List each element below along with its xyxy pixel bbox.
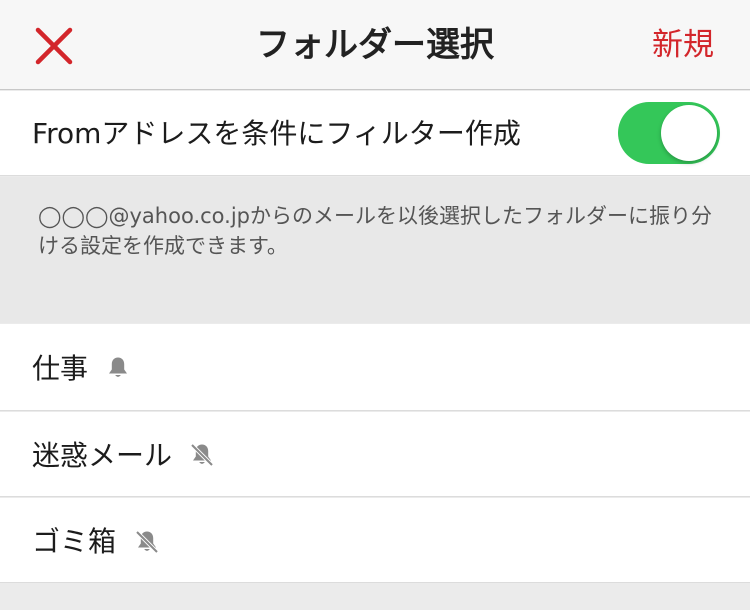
bell-slash-icon: [135, 530, 159, 554]
bell-icon: [109, 357, 127, 377]
description-text: ◯◯◯@yahoo.co.jpからのメールを以後選択したフォルダーに振り分ける設…: [38, 204, 712, 258]
folder-select-screen: フォルダー選択 新規 Fromアドレスを条件にフィルター作成 ◯◯◯@yahoo…: [0, 0, 750, 610]
page-title: フォルダー選択: [256, 25, 494, 65]
list-footer-background: [0, 583, 750, 610]
filter-toggle-switch[interactable]: [618, 102, 720, 164]
filter-toggle-label: Fromアドレスを条件にフィルター作成: [32, 117, 521, 150]
close-icon[interactable]: [34, 26, 74, 66]
folder-name: ゴミ箱: [32, 525, 117, 558]
folder-name: 迷惑メール: [32, 439, 173, 472]
folder-name: 仕事: [32, 352, 89, 385]
bell-slash-icon: [190, 443, 214, 467]
folder-item-spam[interactable]: 迷惑メール: [0, 412, 750, 497]
new-folder-button[interactable]: 新規: [652, 0, 714, 90]
folder-item-trash[interactable]: ゴミ箱: [0, 498, 750, 583]
toggle-knob: [661, 105, 717, 161]
navigation-bar: フォルダー選択 新規: [0, 0, 750, 90]
folder-item-work[interactable]: 仕事: [0, 324, 750, 411]
description-section: ◯◯◯@yahoo.co.jpからのメールを以後選択したフォルダーに振り分ける設…: [0, 177, 750, 323]
